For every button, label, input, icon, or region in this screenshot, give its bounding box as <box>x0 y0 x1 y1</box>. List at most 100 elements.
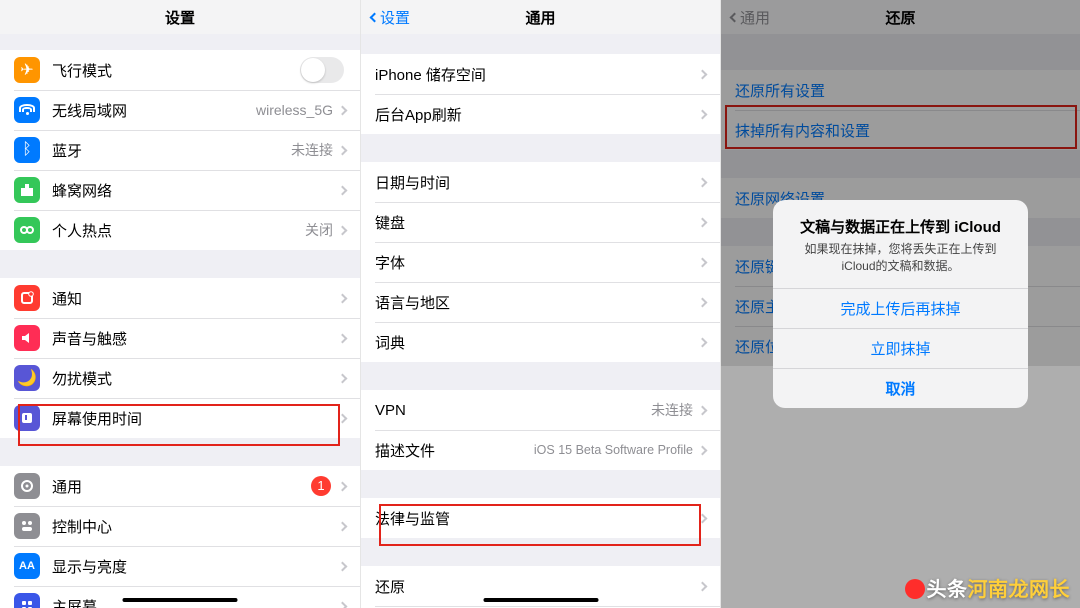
row-bluetooth[interactable]: ᛒ 蓝牙 未连接 <box>0 130 360 170</box>
chevron-right-icon <box>338 561 348 571</box>
chevron-right-icon <box>698 337 708 347</box>
row-label: 勿扰模式 <box>52 368 339 389</box>
chevron-right-icon <box>338 185 348 195</box>
nav-bar: 设置 通用 <box>361 0 720 34</box>
settings-list-3: 通用 1 控制中心 AA 显示与亮度 主屏幕 <box>0 466 360 608</box>
row-profile[interactable]: 描述文件 iOS 15 Beta Software Profile <box>361 430 720 470</box>
row-hotspot[interactable]: 个人热点 关闭 <box>0 210 360 250</box>
chevron-left-icon <box>370 12 380 22</box>
row-cellular[interactable]: 蜂窝网络 <box>0 170 360 210</box>
row-label: 飞行模式 <box>52 60 300 81</box>
row-screentime[interactable]: 屏幕使用时间 <box>0 398 360 438</box>
screentime-icon <box>14 405 40 431</box>
chevron-right-icon <box>698 513 708 523</box>
row-label: 通用 <box>52 476 311 497</box>
airplane-icon: ✈︎ <box>14 57 40 83</box>
general-screen: 设置 通用 iPhone 储存空间 后台App刷新 日期与时间 键盘 <box>360 0 720 608</box>
home-indicator <box>483 598 598 602</box>
row-control-center[interactable]: 控制中心 <box>0 506 360 546</box>
row-language[interactable]: 语言与地区 <box>361 282 720 322</box>
row-airplane-mode[interactable]: ✈︎ 飞行模式 <box>0 50 360 90</box>
row-label: 字体 <box>375 252 699 273</box>
alert-backdrop: 文稿与数据正在上传到 iCloud 如果现在抹掉，您将丢失正在上传到 iClou… <box>721 0 1080 608</box>
row-display[interactable]: AA 显示与亮度 <box>0 546 360 586</box>
notification-badge: 1 <box>311 476 331 496</box>
settings-body: ✈︎ 飞行模式 无线局域网 wireless_5G ᛒ 蓝牙 未连接 <box>0 34 360 608</box>
row-label: 蓝牙 <box>52 140 291 161</box>
nav-bar: 设置 <box>0 0 360 34</box>
row-label: iPhone 储存空间 <box>375 64 699 85</box>
general-list: VPN 未连接 描述文件 iOS 15 Beta Software Profil… <box>361 390 720 470</box>
group-gap <box>0 250 360 278</box>
row-dictionary[interactable]: 词典 <box>361 322 720 362</box>
group-gap <box>361 362 720 390</box>
notifications-icon <box>14 285 40 311</box>
dnd-icon: 🌙 <box>14 365 40 391</box>
alert-title: 文稿与数据正在上传到 iCloud <box>789 216 1012 237</box>
chevron-right-icon <box>698 217 708 227</box>
row-keyboard[interactable]: 键盘 <box>361 202 720 242</box>
settings-list-2: 通知 声音与触感 🌙 勿扰模式 屏幕使用时间 <box>0 278 360 438</box>
cellular-icon <box>14 177 40 203</box>
alert-header: 文稿与数据正在上传到 iCloud 如果现在抹掉，您将丢失正在上传到 iClou… <box>773 200 1028 287</box>
row-label: 无线局域网 <box>52 100 256 121</box>
row-label: VPN <box>375 402 651 419</box>
row-storage[interactable]: iPhone 储存空间 <box>361 54 720 94</box>
settings-screen: 设置 ✈︎ 飞行模式 无线局域网 wireless_5G ᛒ 蓝牙 未连接 <box>0 0 360 608</box>
homescreen-icon <box>14 593 40 608</box>
alert-erase-now-button[interactable]: 立即抹掉 <box>773 328 1028 368</box>
row-label: 描述文件 <box>375 440 534 461</box>
row-label: 控制中心 <box>52 516 339 537</box>
row-dnd[interactable]: 🌙 勿扰模式 <box>0 358 360 398</box>
row-label: 通知 <box>52 288 339 309</box>
back-button[interactable]: 设置 <box>371 7 410 28</box>
chevron-right-icon <box>338 481 348 491</box>
general-body: iPhone 储存空间 后台App刷新 日期与时间 键盘 字体 <box>361 34 720 608</box>
row-background-refresh[interactable]: 后台App刷新 <box>361 94 720 134</box>
row-sounds[interactable]: 声音与触感 <box>0 318 360 358</box>
nav-title: 通用 <box>525 7 555 28</box>
row-label: 法律与监管 <box>375 508 699 529</box>
chevron-right-icon <box>338 333 348 343</box>
chevron-right-icon <box>698 405 708 415</box>
chevron-right-icon <box>338 145 348 155</box>
row-datetime[interactable]: 日期与时间 <box>361 162 720 202</box>
row-vpn[interactable]: VPN 未连接 <box>361 390 720 430</box>
alert-finish-upload-button[interactable]: 完成上传后再抹掉 <box>773 288 1028 328</box>
chevron-right-icon <box>338 521 348 531</box>
row-label: 个人热点 <box>52 220 305 241</box>
row-value: 关闭 <box>305 220 333 240</box>
chevron-right-icon <box>338 293 348 303</box>
row-general[interactable]: 通用 1 <box>0 466 360 506</box>
group-gap <box>0 34 360 50</box>
row-homescreen[interactable]: 主屏幕 <box>0 586 360 608</box>
group-gap <box>0 438 360 466</box>
row-legal[interactable]: 法律与监管 <box>361 498 720 538</box>
chevron-right-icon <box>338 373 348 383</box>
settings-list-1: ✈︎ 飞行模式 无线局域网 wireless_5G ᛒ 蓝牙 未连接 <box>0 50 360 250</box>
group-gap <box>361 134 720 162</box>
chevron-right-icon <box>338 601 348 608</box>
row-value: 未连接 <box>651 400 693 420</box>
general-list: iPhone 储存空间 后台App刷新 <box>361 54 720 134</box>
row-value: iOS 15 Beta Software Profile <box>534 443 693 457</box>
alert-message: 如果现在抹掉，您将丢失正在上传到 iCloud的文稿和数据。 <box>789 241 1012 273</box>
chevron-right-icon <box>338 413 348 423</box>
airplane-switch[interactable] <box>300 57 344 83</box>
general-list: 法律与监管 <box>361 498 720 538</box>
chevron-right-icon <box>698 177 708 187</box>
wifi-icon <box>14 97 40 123</box>
row-fonts[interactable]: 字体 <box>361 242 720 282</box>
row-wifi[interactable]: 无线局域网 wireless_5G <box>0 90 360 130</box>
row-label: 语言与地区 <box>375 292 699 313</box>
chevron-right-icon <box>698 257 708 267</box>
hotspot-icon <box>14 217 40 243</box>
control-center-icon <box>14 513 40 539</box>
chevron-right-icon <box>698 297 708 307</box>
chevron-right-icon <box>338 105 348 115</box>
back-label: 设置 <box>380 7 410 28</box>
row-notifications[interactable]: 通知 <box>0 278 360 318</box>
alert-cancel-button[interactable]: 取消 <box>773 368 1028 408</box>
chevron-right-icon <box>698 445 708 455</box>
row-label: 显示与亮度 <box>52 556 339 577</box>
